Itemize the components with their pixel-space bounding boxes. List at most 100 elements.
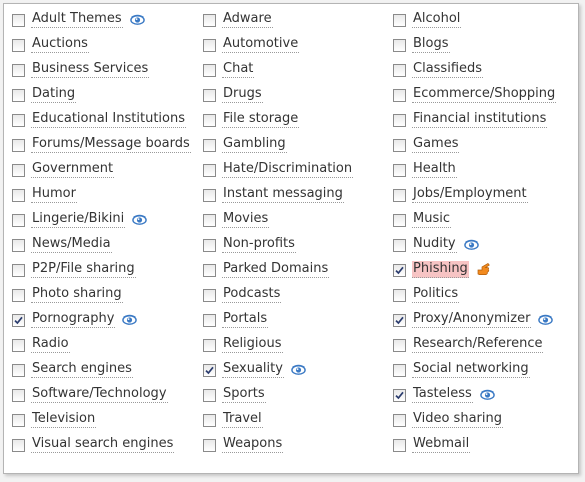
category-checkbox-movies[interactable] (203, 214, 216, 227)
category-label-video-sharing[interactable]: Video sharing (412, 411, 503, 428)
category-label-gambling[interactable]: Gambling (222, 136, 287, 153)
category-label-adware[interactable]: Adware (222, 11, 273, 28)
category-checkbox-photo-sharing[interactable] (12, 289, 25, 302)
category-checkbox-nudity[interactable] (393, 239, 406, 252)
category-label-phishing[interactable]: Phishing (412, 261, 469, 278)
category-checkbox-file-storage[interactable] (203, 114, 216, 127)
category-checkbox-portals[interactable] (203, 314, 216, 327)
category-checkbox-news-media[interactable] (12, 239, 25, 252)
category-checkbox-business-services[interactable] (12, 64, 25, 77)
category-checkbox-research-reference[interactable] (393, 339, 406, 352)
category-label-religious[interactable]: Religious (222, 336, 283, 353)
category-label-search-engines[interactable]: Search engines (31, 361, 133, 378)
category-label-tasteless[interactable]: Tasteless (412, 386, 473, 403)
category-label-sports[interactable]: Sports (222, 386, 266, 403)
category-checkbox-music[interactable] (393, 214, 406, 227)
category-label-auctions[interactable]: Auctions (31, 36, 89, 53)
category-label-instant-messaging[interactable]: Instant messaging (222, 186, 344, 203)
category-label-webmail[interactable]: Webmail (412, 436, 471, 453)
category-label-file-storage[interactable]: File storage (222, 111, 300, 128)
category-checkbox-educational-institutions[interactable] (12, 114, 25, 127)
category-label-government[interactable]: Government (31, 161, 115, 178)
category-label-nudity[interactable]: Nudity (412, 236, 457, 253)
category-checkbox-non-profits[interactable] (203, 239, 216, 252)
category-checkbox-social-networking[interactable] (393, 364, 406, 377)
category-label-business-services[interactable]: Business Services (31, 61, 150, 78)
category-label-hate-discrimination[interactable]: Hate/Discrimination (222, 161, 354, 178)
category-label-blogs[interactable]: Blogs (412, 36, 450, 53)
category-checkbox-pornography[interactable] (12, 314, 25, 327)
category-checkbox-auctions[interactable] (12, 39, 25, 52)
category-checkbox-radio[interactable] (12, 339, 25, 352)
category-checkbox-instant-messaging[interactable] (203, 189, 216, 202)
category-label-lingerie-bikini[interactable]: Lingerie/Bikini (31, 211, 126, 228)
category-checkbox-drugs[interactable] (203, 89, 216, 102)
category-label-financial-institutions[interactable]: Financial institutions (412, 111, 548, 128)
category-checkbox-search-engines[interactable] (12, 364, 25, 377)
category-checkbox-adult-themes[interactable] (12, 14, 25, 27)
category-label-research-reference[interactable]: Research/Reference (412, 336, 544, 353)
category-checkbox-chat[interactable] (203, 64, 216, 77)
category-checkbox-software-technology[interactable] (12, 389, 25, 402)
category-label-movies[interactable]: Movies (222, 211, 270, 228)
category-label-games[interactable]: Games (412, 136, 460, 153)
category-checkbox-visual-search-engines[interactable] (12, 439, 25, 452)
category-label-humor[interactable]: Humor (31, 186, 77, 203)
category-checkbox-politics[interactable] (393, 289, 406, 302)
category-checkbox-phishing[interactable] (393, 264, 406, 277)
category-checkbox-sports[interactable] (203, 389, 216, 402)
category-label-ecommerce-shopping[interactable]: Ecommerce/Shopping (412, 86, 557, 103)
category-checkbox-alcohol[interactable] (393, 14, 406, 27)
category-checkbox-parked-domains[interactable] (203, 264, 216, 277)
category-checkbox-government[interactable] (12, 164, 25, 177)
category-label-portals[interactable]: Portals (222, 311, 269, 328)
category-label-news-media[interactable]: News/Media (31, 236, 112, 253)
category-checkbox-financial-institutions[interactable] (393, 114, 406, 127)
category-checkbox-health[interactable] (393, 164, 406, 177)
category-checkbox-lingerie-bikini[interactable] (12, 214, 25, 227)
category-label-p2p-file-sharing[interactable]: P2P/File sharing (31, 261, 136, 278)
category-label-software-technology[interactable]: Software/Technology (31, 386, 168, 403)
category-label-automotive[interactable]: Automotive (222, 36, 300, 53)
category-label-weapons[interactable]: Weapons (222, 436, 284, 453)
category-label-educational-institutions[interactable]: Educational Institutions (31, 111, 186, 128)
category-checkbox-blogs[interactable] (393, 39, 406, 52)
category-checkbox-games[interactable] (393, 139, 406, 152)
category-checkbox-podcasts[interactable] (203, 289, 216, 302)
category-checkbox-weapons[interactable] (203, 439, 216, 452)
category-checkbox-proxy-anonymizer[interactable] (393, 314, 406, 327)
category-label-music[interactable]: Music (412, 211, 451, 228)
category-label-photo-sharing[interactable]: Photo sharing (31, 286, 123, 303)
category-label-politics[interactable]: Politics (412, 286, 460, 303)
category-label-podcasts[interactable]: Podcasts (222, 286, 282, 303)
category-checkbox-classifieds[interactable] (393, 64, 406, 77)
category-checkbox-webmail[interactable] (393, 439, 406, 452)
category-checkbox-humor[interactable] (12, 189, 25, 202)
category-checkbox-gambling[interactable] (203, 139, 216, 152)
category-checkbox-p2p-file-sharing[interactable] (12, 264, 25, 277)
category-label-proxy-anonymizer[interactable]: Proxy/Anonymizer (412, 311, 532, 328)
category-checkbox-adware[interactable] (203, 14, 216, 27)
category-label-non-profits[interactable]: Non-profits (222, 236, 296, 253)
category-label-dating[interactable]: Dating (31, 86, 77, 103)
category-label-parked-domains[interactable]: Parked Domains (222, 261, 330, 278)
category-checkbox-sexuality[interactable] (203, 364, 216, 377)
category-checkbox-dating[interactable] (12, 89, 25, 102)
category-label-travel[interactable]: Travel (222, 411, 263, 428)
category-label-health[interactable]: Health (412, 161, 457, 178)
category-label-radio[interactable]: Radio (31, 336, 70, 353)
category-checkbox-television[interactable] (12, 414, 25, 427)
category-checkbox-ecommerce-shopping[interactable] (393, 89, 406, 102)
category-checkbox-tasteless[interactable] (393, 389, 406, 402)
category-label-adult-themes[interactable]: Adult Themes (31, 11, 123, 28)
category-checkbox-video-sharing[interactable] (393, 414, 406, 427)
category-label-pornography[interactable]: Pornography (31, 311, 116, 328)
category-label-social-networking[interactable]: Social networking (412, 361, 530, 378)
category-label-drugs[interactable]: Drugs (222, 86, 263, 103)
category-checkbox-travel[interactable] (203, 414, 216, 427)
category-label-classifieds[interactable]: Classifieds (412, 61, 484, 78)
category-label-television[interactable]: Television (31, 411, 97, 428)
category-label-jobs-employment[interactable]: Jobs/Employment (412, 186, 528, 203)
category-label-alcohol[interactable]: Alcohol (412, 11, 462, 28)
category-checkbox-hate-discrimination[interactable] (203, 164, 216, 177)
